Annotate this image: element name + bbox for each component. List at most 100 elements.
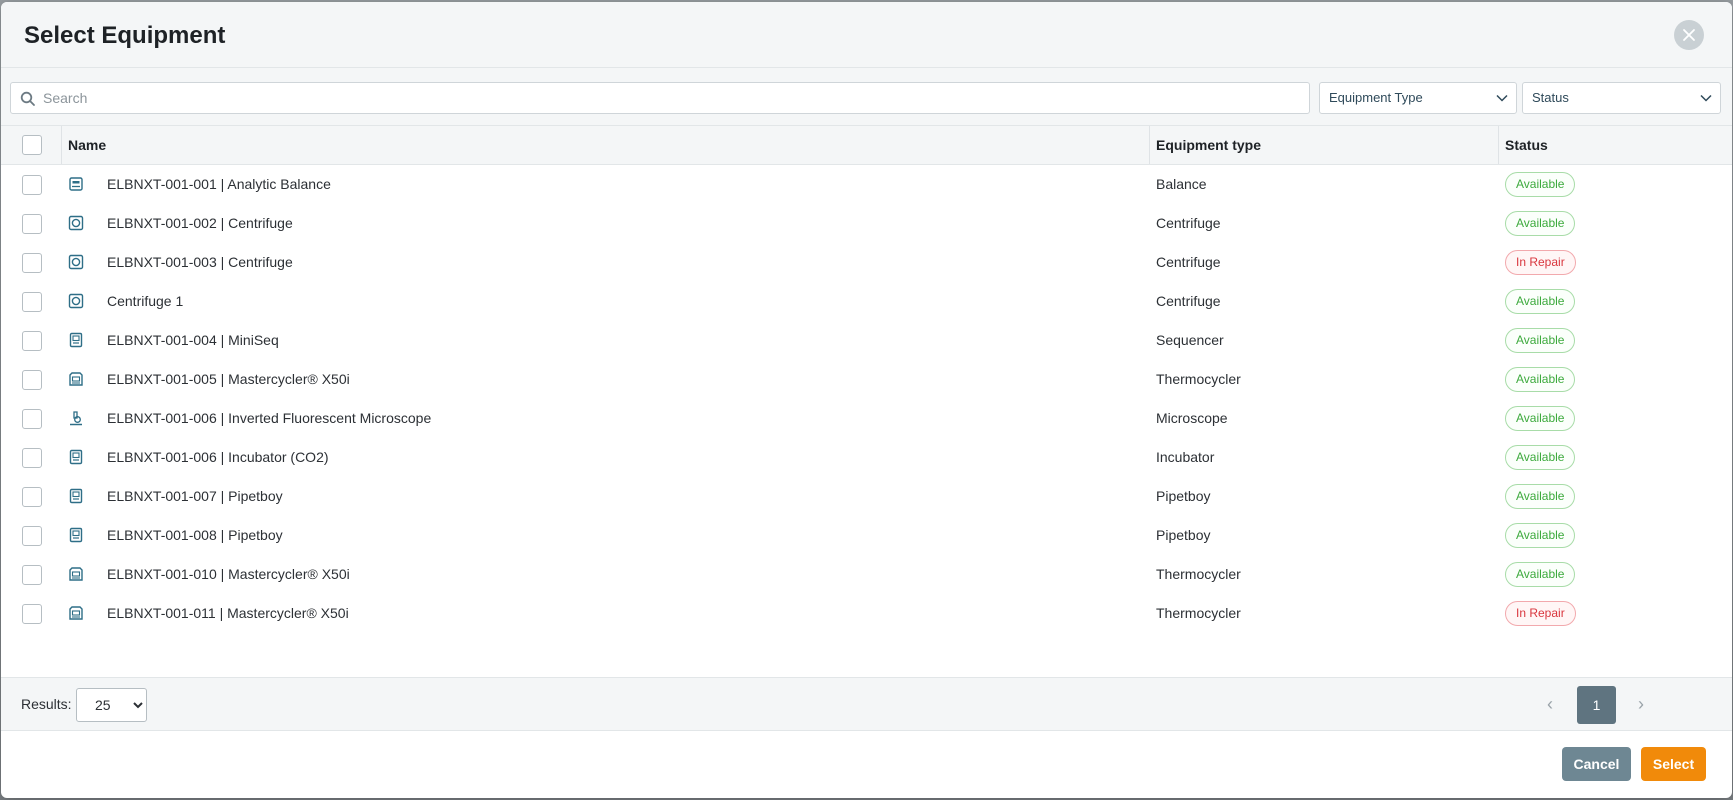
- column-header-status[interactable]: Status: [1505, 126, 1548, 164]
- prev-page-button[interactable]: ‹: [1538, 692, 1562, 716]
- status-badge: Available: [1505, 289, 1576, 314]
- table-row[interactable]: ELBNXT-001-006 | Inverted Fluorescent Mi…: [1, 399, 1732, 438]
- results-label: Results:: [21, 696, 72, 712]
- next-page-button[interactable]: ›: [1629, 692, 1653, 716]
- row-checkbox[interactable]: [22, 175, 42, 195]
- select-button[interactable]: Select: [1641, 747, 1706, 781]
- device-icon: [69, 449, 83, 465]
- close-icon: [1683, 29, 1695, 41]
- row-checkbox[interactable]: [22, 526, 42, 546]
- equipment-type: Thermocycler: [1156, 371, 1241, 387]
- row-checkbox[interactable]: [22, 214, 42, 234]
- status-badge: In Repair: [1505, 250, 1576, 275]
- column-divider: [61, 126, 62, 164]
- row-checkbox[interactable]: [22, 604, 42, 624]
- table-row[interactable]: ELBNXT-001-011 | Mastercycler® X50i Therm…: [1, 594, 1732, 633]
- equipment-type: Centrifuge: [1156, 293, 1221, 309]
- row-checkbox[interactable]: [22, 370, 42, 390]
- status-badge: Available: [1505, 172, 1576, 197]
- row-checkbox[interactable]: [22, 253, 42, 273]
- table-row[interactable]: Centrifuge 1 Centrifuge Available: [1, 282, 1732, 321]
- equipment-name[interactable]: ELBNXT-001-010 | Mastercycler® X50i: [107, 555, 350, 594]
- equipment-type-filter[interactable]: Equipment Type: [1319, 82, 1517, 114]
- search-box: [10, 82, 1310, 114]
- table-row[interactable]: ELBNXT-001-005 | Mastercycler® X50i Therm…: [1, 360, 1732, 399]
- row-checkbox[interactable]: [22, 448, 42, 468]
- search-icon: [20, 91, 35, 106]
- results-per-page-select[interactable]: 102550100: [76, 688, 147, 722]
- equipment-name[interactable]: ELBNXT-001-002 | Centrifuge: [107, 204, 293, 243]
- device-icon: [69, 332, 83, 348]
- thermocycler-icon: [69, 567, 83, 581]
- centrifuge-icon: [68, 215, 84, 231]
- microscope-icon: [70, 411, 82, 426]
- status-badge: Available: [1505, 367, 1576, 392]
- close-button[interactable]: [1674, 20, 1704, 50]
- chevron-down-icon: [1496, 94, 1508, 102]
- equipment-type: Microscope: [1156, 410, 1228, 426]
- search-input[interactable]: [43, 83, 1303, 113]
- table-row[interactable]: ELBNXT-001-008 | Pipetboy Pipetboy Availab…: [1, 516, 1732, 555]
- column-divider: [1498, 126, 1499, 164]
- status-filter[interactable]: Status: [1522, 82, 1721, 114]
- status-badge: Available: [1505, 328, 1576, 353]
- equipment-name[interactable]: ELBNXT-001-004 | MiniSeq: [107, 321, 279, 360]
- equipment-name[interactable]: ELBNXT-001-006 | Incubator (CO2): [107, 438, 329, 477]
- thermocycler-icon: [69, 606, 83, 620]
- table-row[interactable]: ELBNXT-001-004 | MiniSeq Sequencer Availab…: [1, 321, 1732, 360]
- equipment-type-filter-label: Equipment Type: [1329, 90, 1423, 105]
- table-row[interactable]: ELBNXT-001-001 | Analytic Balance Balance…: [1, 165, 1732, 204]
- table-row[interactable]: ELBNXT-001-003 | Centrifuge Centrifuge In …: [1, 243, 1732, 282]
- select-equipment-dialog: Select Equipment Equipment Type Status: [1, 2, 1732, 798]
- equipment-type: Sequencer: [1156, 332, 1224, 348]
- select-all-checkbox[interactable]: [22, 135, 42, 155]
- equipment-name[interactable]: ELBNXT-001-006 | Inverted Fluorescent Mi…: [107, 399, 431, 438]
- equipment-name[interactable]: ELBNXT-001-001 | Analytic Balance: [107, 165, 331, 204]
- centrifuge-icon: [68, 293, 84, 309]
- cancel-button[interactable]: Cancel: [1562, 747, 1631, 781]
- page-1-button[interactable]: 1: [1577, 686, 1616, 724]
- chevron-left-icon: ‹: [1547, 693, 1553, 714]
- row-checkbox[interactable]: [22, 409, 42, 429]
- column-header-name[interactable]: Name: [68, 126, 106, 164]
- chevron-right-icon: ›: [1638, 693, 1644, 714]
- equipment-type: Centrifuge: [1156, 215, 1221, 231]
- equipment-type: Centrifuge: [1156, 254, 1221, 270]
- equipment-type: Thermocycler: [1156, 566, 1241, 582]
- row-checkbox[interactable]: [22, 292, 42, 312]
- column-header-equipment-type[interactable]: Equipment type: [1156, 126, 1261, 164]
- table-row[interactable]: ELBNXT-001-002 | Centrifuge Centrifuge Ava…: [1, 204, 1732, 243]
- status-badge: Available: [1505, 445, 1576, 470]
- thermocycler-icon: [69, 372, 83, 386]
- status-badge: In Repair: [1505, 601, 1576, 626]
- centrifuge-icon: [68, 254, 84, 270]
- table-header: Name Equipment type Status: [1, 125, 1732, 165]
- status-filter-label: Status: [1532, 90, 1569, 105]
- chevron-down-icon: [1700, 94, 1712, 102]
- dialog-header: Select Equipment: [1, 2, 1732, 68]
- table-row[interactable]: ELBNXT-001-010 | Mastercycler® X50i Therm…: [1, 555, 1732, 594]
- equipment-name[interactable]: ELBNXT-001-008 | Pipetboy: [107, 516, 283, 555]
- table-row[interactable]: ELBNXT-001-006 | Incubator (CO2) Incubato…: [1, 438, 1732, 477]
- equipment-name[interactable]: ELBNXT-001-003 | Centrifuge: [107, 243, 293, 282]
- row-checkbox[interactable]: [22, 565, 42, 585]
- equipment-name[interactable]: ELBNXT-001-005 | Mastercycler® X50i: [107, 360, 350, 399]
- equipment-name[interactable]: ELBNXT-001-011 | Mastercycler® X50i: [107, 594, 349, 633]
- status-badge: Available: [1505, 523, 1576, 548]
- table-row[interactable]: ELBNXT-001-007 | Pipetboy Pipetboy Availab…: [1, 477, 1732, 516]
- equipment-type: Pipetboy: [1156, 488, 1211, 504]
- column-divider: [1149, 126, 1150, 164]
- balance-icon: [69, 177, 83, 191]
- row-checkbox[interactable]: [22, 331, 42, 351]
- equipment-type: Thermocycler: [1156, 605, 1241, 621]
- device-icon: [69, 527, 83, 543]
- equipment-name[interactable]: Centrifuge 1: [107, 282, 183, 321]
- device-icon: [69, 488, 83, 504]
- row-checkbox[interactable]: [22, 487, 42, 507]
- pagination-bar: Results: 102550100 ‹ 1 ›: [1, 677, 1732, 731]
- status-badge: Available: [1505, 562, 1576, 587]
- status-badge: Available: [1505, 406, 1576, 431]
- equipment-type: Balance: [1156, 176, 1207, 192]
- equipment-name[interactable]: ELBNXT-001-007 | Pipetboy: [107, 477, 283, 516]
- status-badge: Available: [1505, 211, 1576, 236]
